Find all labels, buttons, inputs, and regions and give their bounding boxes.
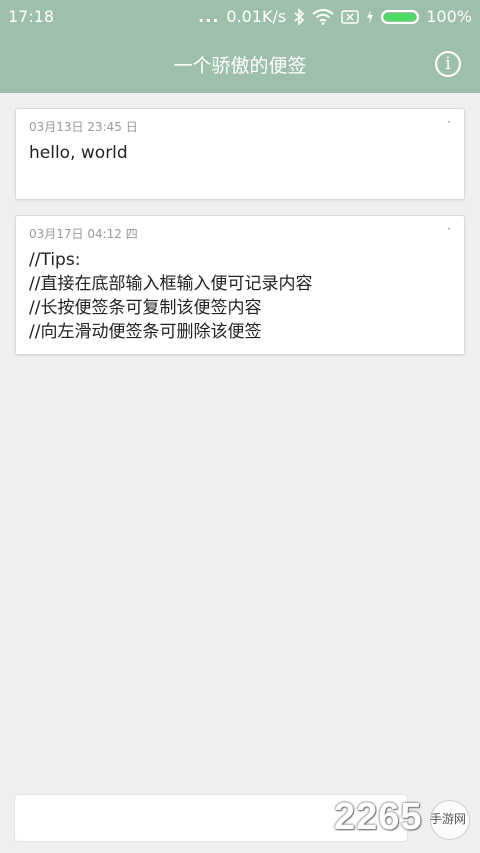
status-icons: ... 0.01K/s 100% bbox=[191, 7, 472, 26]
watermark-logo: 2265 手游网 bbox=[334, 796, 470, 844]
note-card[interactable]: 03月17日 04:12 四 · //Tips: //直接在底部输入框输入便可记… bbox=[15, 215, 465, 355]
battery-level bbox=[384, 12, 417, 21]
note-date: 03月17日 04:12 四 bbox=[29, 227, 138, 241]
note-body: hello, world bbox=[29, 143, 128, 163]
bluetooth-icon bbox=[294, 7, 305, 26]
watermark-number: 2265 bbox=[334, 796, 423, 838]
note-menu-dot: · bbox=[447, 115, 451, 129]
note-card[interactable]: 03月13日 23:45 日 · hello, world bbox=[15, 108, 465, 200]
title-bar: 一个骄傲的便签 i bbox=[0, 34, 480, 93]
page-title: 一个骄傲的便签 bbox=[173, 55, 307, 77]
notification-dots: ... bbox=[198, 7, 220, 26]
status-bar: 17:18 ... 0.01K/s 100% bbox=[0, 0, 480, 34]
status-time: 17:18 bbox=[8, 7, 55, 26]
note-body: //Tips: //直接在底部输入框输入便可记录内容 //长按便签条可复制该便签… bbox=[29, 250, 313, 342]
app-header: 17:18 ... 0.01K/s 100% 一个骄傲的便签 i bbox=[0, 0, 480, 93]
wifi-icon bbox=[312, 8, 334, 25]
note-menu-dot: · bbox=[447, 222, 451, 236]
network-speed: 0.01K/s bbox=[226, 7, 287, 26]
battery-percent: 100% bbox=[426, 7, 472, 26]
watermark-label: 手游网 bbox=[429, 812, 466, 826]
info-icon[interactable]: i bbox=[435, 51, 461, 77]
battery-icon bbox=[381, 9, 420, 24]
note-date: 03月13日 23:45 日 bbox=[29, 120, 138, 134]
no-sim-icon bbox=[341, 9, 359, 24]
charging-icon bbox=[367, 9, 374, 24]
